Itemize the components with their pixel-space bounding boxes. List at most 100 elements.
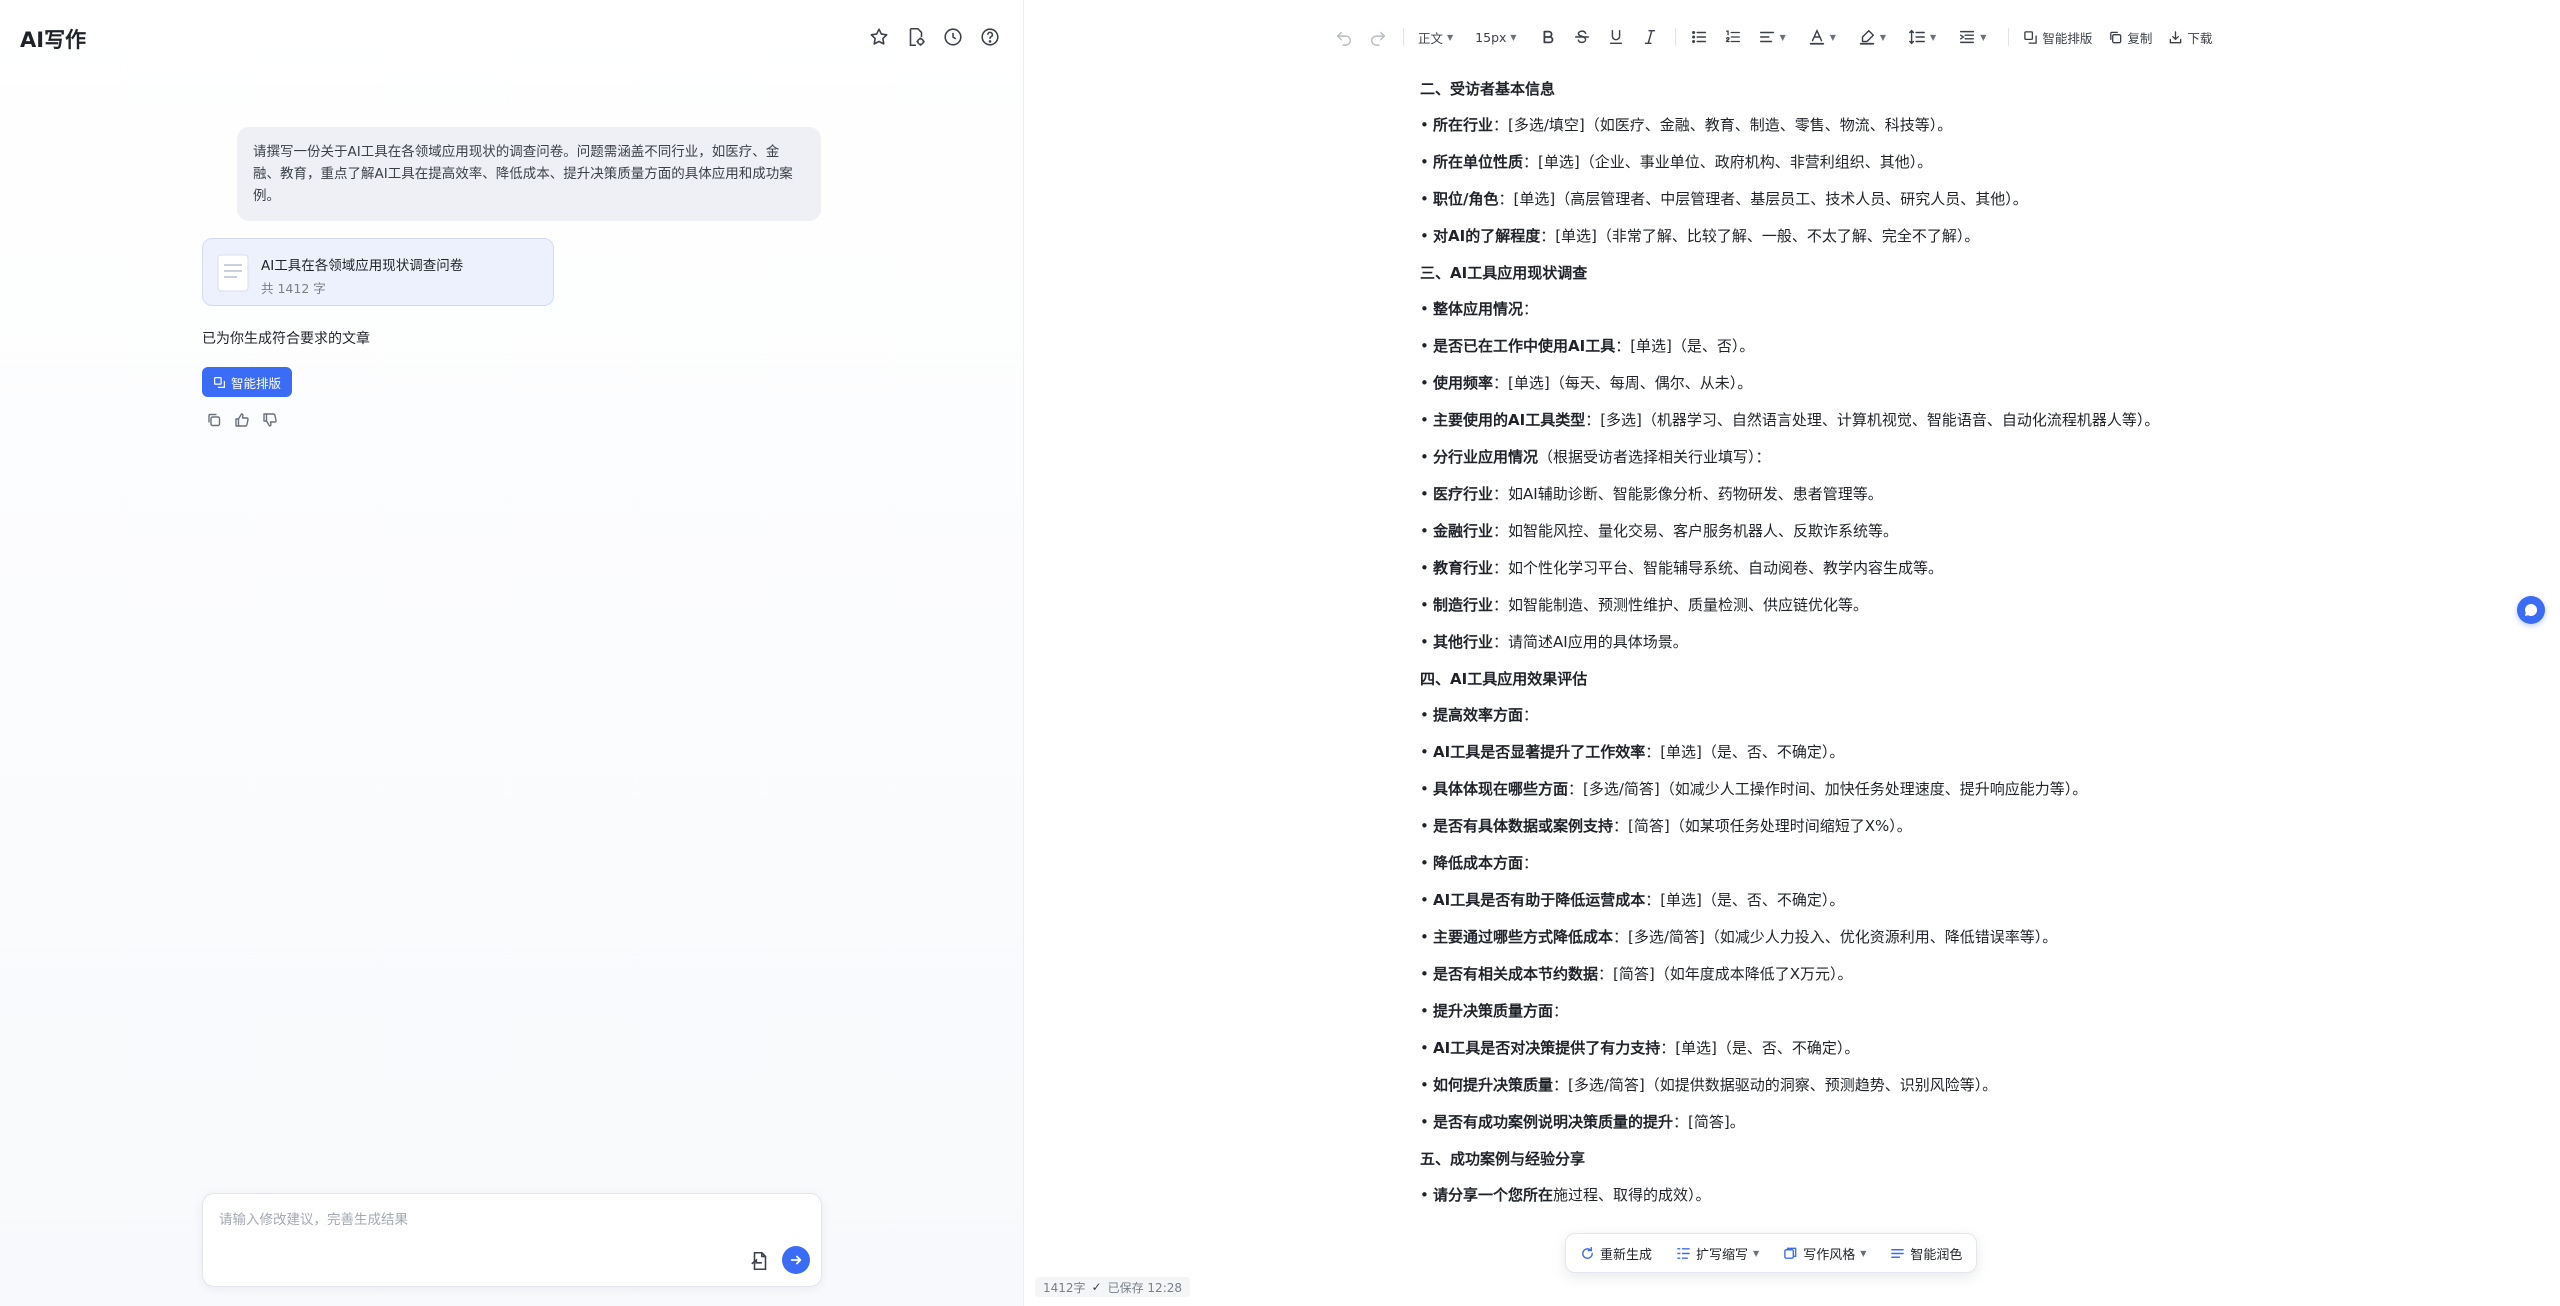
expand-shorten-button[interactable]: 扩写缩写 ▼ — [1676, 1244, 1759, 1263]
help-icon[interactable] — [979, 26, 1001, 48]
thumbs-up-icon[interactable] — [234, 412, 250, 428]
word-count: 1412字 — [1043, 1280, 1086, 1295]
chat-bubble-icon — [2525, 604, 2538, 616]
chevron-down-icon: ▼ — [1753, 1248, 1760, 1258]
bullet-list-icon[interactable] — [1690, 28, 1708, 46]
list-item-text: ： — [1553, 1002, 1569, 1020]
list-item-term: 所在单位性质 — [1433, 153, 1524, 171]
list-item-text: ：[单选]（是、否、不确定）。 — [1645, 743, 1845, 761]
history-icon[interactable] — [942, 26, 964, 48]
indent-select[interactable]: ▼ — [1958, 28, 1986, 46]
list-item-text: ：[单选]（企业、事业单位、政府机构、非营利组织、其他）。 — [1523, 153, 1933, 171]
toolbar-divider — [1674, 28, 1676, 46]
list-item-term: 是否有成功案例说明决策质量的提升 — [1433, 1113, 1674, 1131]
save-status: 已保存 12:28 — [1107, 1280, 1183, 1295]
list-item: 分行业应用情况（根据受访者选择相关行业填写）： — [1420, 446, 2180, 468]
list-item: AI工具是否对决策提供了有力支持：[单选]（是、否、不确定）。 — [1420, 1037, 2180, 1059]
highlight-select[interactable]: ▼ — [1858, 28, 1886, 46]
attach-file-icon[interactable] — [749, 1250, 771, 1272]
list-item: 所在行业：[多选/填空]（如医疗、金融、教育、制造、零售、物流、科技等）。 — [1420, 114, 2180, 136]
font-color-icon — [1809, 28, 1824, 45]
list-item: 是否有具体数据或案例支持：[简答]（如某项任务处理时间缩短了X%）。 — [1420, 815, 2180, 837]
list-item: 请分享一个您所在施过程、取得的成效）。 — [1420, 1184, 2180, 1206]
feedback-actions — [206, 412, 278, 428]
toolbar-smart-layout-label: 智能排版 — [2042, 30, 2093, 46]
list-item-text: （根据受访者选择相关行业填写）： — [1538, 448, 1771, 466]
user-message: 请撰写一份关于AI工具在各领域应用现状的调查问卷。问题需涵盖不同行业，如医疗、金… — [237, 127, 821, 221]
list-item: 降低成本方面： — [1420, 852, 2180, 874]
document-settings-icon[interactable] — [905, 26, 927, 48]
copy-icon — [2110, 31, 2122, 43]
list-item-term: 教育行业 — [1433, 559, 1494, 577]
list-item-text: ：[简答]。 — [1673, 1113, 1745, 1131]
list-item-term: 整体应用情况 — [1433, 300, 1524, 318]
line-spacing-select[interactable]: ▼ — [1908, 28, 1936, 46]
writing-style-button[interactable]: 写作风格 ▼ — [1783, 1244, 1866, 1263]
assistant-float-button[interactable] — [2517, 596, 2545, 624]
thumbs-down-icon[interactable] — [262, 412, 278, 428]
list-item: 是否已在工作中使用AI工具：[单选]（是、否）。 — [1420, 335, 2180, 357]
toolbar-divider — [1403, 28, 1404, 46]
download-icon — [2170, 30, 2182, 43]
underline-icon[interactable] — [1607, 28, 1625, 46]
font-size-select[interactable]: 15px ▼ — [1475, 30, 1516, 45]
list-item-term: AI工具是否显著提升了工作效率 — [1433, 743, 1646, 761]
list-item-term: 分行业应用情况 — [1433, 448, 1539, 466]
star-icon[interactable] — [868, 26, 890, 48]
document-body[interactable]: 二、受访者基本信息所在行业：[多选/填空]（如医疗、金融、教育、制造、零售、物流… — [1420, 78, 2180, 1221]
align-select[interactable]: ▼ — [1758, 28, 1786, 46]
list-item: 如何提升决策质量：[多选/简答]（如提供数据驱动的洞察、预测趋势、识别风险等）。 — [1420, 1074, 2180, 1096]
redo-icon[interactable] — [1369, 28, 1387, 46]
smart-layout-button[interactable]: 智能排版 — [202, 367, 292, 397]
strikethrough-icon[interactable] — [1573, 28, 1591, 46]
layout-icon — [2024, 30, 2038, 44]
list-item: 主要使用的AI工具类型：[多选]（机器学习、自然语言处理、计算机视觉、智能语音、… — [1420, 409, 2180, 431]
list-item: 主要通过哪些方式降低成本：[多选/简答]（如减少人力投入、优化资源利用、降低错误… — [1420, 926, 2180, 948]
numbered-list-icon[interactable] — [1724, 28, 1742, 46]
smart-polish-label: 智能润色 — [1910, 1247, 1963, 1263]
paragraph-style-select[interactable]: 正文 ▼ — [1418, 28, 1453, 47]
list-item-text: ：[多选/简答]（如减少人力投入、优化资源利用、降低错误率等）。 — [1613, 928, 2058, 946]
list-item-text: ： — [1523, 300, 1539, 318]
chevron-down-icon: ▼ — [1980, 32, 1987, 42]
toolbar-smart-layout-button[interactable]: 智能排版 — [2023, 28, 2092, 47]
refresh-icon — [1582, 1246, 1593, 1259]
list-item-term: 主要通过哪些方式降低成本 — [1433, 928, 1614, 946]
send-button[interactable] — [782, 1246, 810, 1274]
list-item-text: ：请简述AI应用的具体场景。 — [1493, 633, 1688, 651]
toolbar-download-button[interactable]: 下载 — [2168, 28, 2212, 47]
list-item-text: ： — [1523, 854, 1539, 872]
document-icon — [217, 254, 249, 292]
undo-icon[interactable] — [1335, 28, 1353, 46]
bold-icon[interactable] — [1539, 28, 1557, 46]
list-item-text: ：[单选]（是、否）。 — [1615, 337, 1755, 355]
list-item-term: 提升决策质量方面 — [1433, 1002, 1554, 1020]
writing-style-label: 写作风格 — [1803, 1247, 1856, 1263]
revision-input[interactable] — [217, 1206, 781, 1250]
revision-input-box — [202, 1193, 822, 1287]
chevron-down-icon: ▼ — [1829, 32, 1836, 42]
ai-action-bar: 重新生成 扩写缩写 ▼ 写作风格 ▼ 智能润色 — [1565, 1233, 1978, 1273]
chevron-down-icon: ▼ — [1510, 32, 1517, 42]
list-item: 是否有成功案例说明决策质量的提升：[简答]。 — [1420, 1111, 2180, 1133]
list-item-text: ：[单选]（高层管理者、中层管理者、基层员工、技术人员、研究人员、其他）。 — [1498, 190, 2028, 208]
chevron-down-icon: ▼ — [1930, 32, 1937, 42]
font-color-select[interactable]: ▼ — [1808, 28, 1836, 46]
regenerate-button[interactable]: 重新生成 — [1580, 1244, 1652, 1263]
list-item-term: 职位/角色 — [1433, 190, 1499, 208]
toolbar-copy-button[interactable]: 复制 — [2108, 28, 2152, 47]
list-item-term: 如何提升决策质量 — [1433, 1076, 1554, 1094]
list-item-text: ：[多选/简答]（如提供数据驱动的洞察、预测趋势、识别风险等）。 — [1553, 1076, 1998, 1094]
app-title: AI写作 — [20, 28, 87, 52]
smart-polish-button[interactable]: 智能润色 — [1890, 1244, 1962, 1263]
style-icon — [1784, 1247, 1797, 1259]
italic-icon[interactable] — [1641, 28, 1659, 46]
header-tools — [868, 26, 1001, 48]
list-item-text: ：[单选]（每天、每周、偶尔、从未）。 — [1493, 374, 1753, 392]
list-item: 整体应用情况： — [1420, 298, 2180, 320]
toolbar-copy-label: 复制 — [2127, 30, 2153, 46]
list-item-text: ：[多选/填空]（如医疗、金融、教育、制造、零售、物流、科技等）。 — [1493, 116, 1953, 134]
copy-icon[interactable] — [206, 412, 222, 428]
list-item-term: 是否已在工作中使用AI工具 — [1433, 337, 1616, 355]
generated-doc-card[interactable]: AI工具在各领域应用现状调查问卷 共 1412 字 — [202, 238, 554, 306]
